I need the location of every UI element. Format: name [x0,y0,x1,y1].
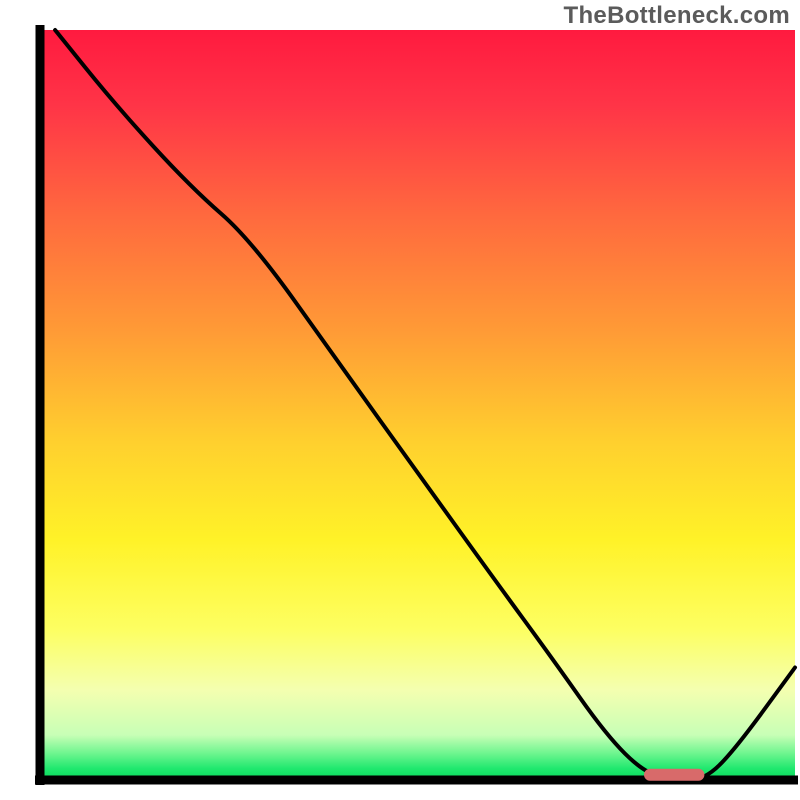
bottleneck-chart [0,0,800,800]
optimal-range-marker [644,769,704,781]
plot-background [40,30,795,780]
chart-frame: TheBottleneck.com [0,0,800,800]
watermark-text: TheBottleneck.com [564,2,790,30]
